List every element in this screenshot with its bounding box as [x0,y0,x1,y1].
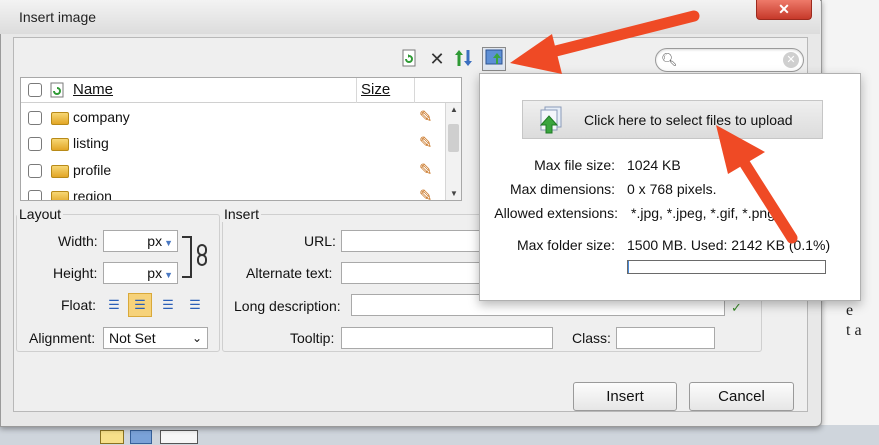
arrow-to-upload-button [716,125,798,244]
annotation-arrows [510,10,798,244]
arrow-to-upload-icon [510,10,700,74]
